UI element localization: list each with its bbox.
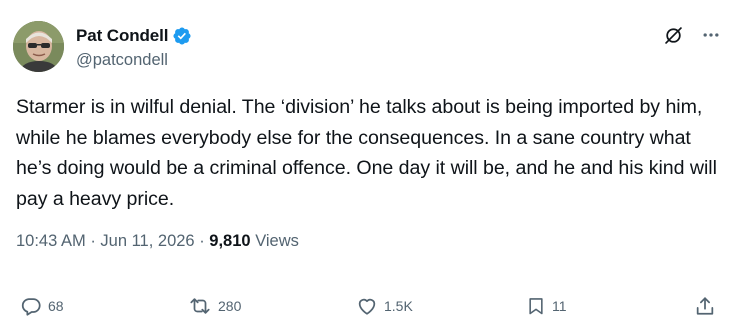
share-button[interactable] xyxy=(694,293,716,319)
views-label: Views xyxy=(255,232,299,250)
like-icon xyxy=(356,295,378,317)
grok-icon[interactable] xyxy=(662,24,684,46)
tweet-meta: 10:43 AM · Jun 11, 2026 · 9,810 Views xyxy=(16,232,299,251)
tweet-time[interactable]: 10:43 AM xyxy=(16,232,86,250)
author-block: Pat Condell @patcondell xyxy=(76,24,192,70)
tweet-actions: 68 280 1.5K 11 xyxy=(0,293,742,319)
meta-separator: · xyxy=(90,232,96,250)
header-actions xyxy=(662,24,722,46)
verified-badge-icon[interactable] xyxy=(172,26,192,46)
meta-separator: · xyxy=(199,232,205,250)
like-button[interactable]: 1.5K xyxy=(356,293,413,319)
reply-icon xyxy=(20,295,42,317)
retweet-button[interactable]: 280 xyxy=(188,293,241,319)
avatar[interactable] xyxy=(13,21,64,72)
like-count: 1.5K xyxy=(384,298,413,314)
more-icon[interactable] xyxy=(700,24,722,46)
reply-count: 68 xyxy=(48,298,64,314)
author-handle[interactable]: @patcondell xyxy=(76,51,192,70)
tweet-text: Starmer is in wilful denial. The ‘divisi… xyxy=(16,96,717,210)
author-display-name[interactable]: Pat Condell xyxy=(76,26,169,46)
bookmark-icon xyxy=(526,295,546,317)
avatar-image xyxy=(13,21,64,72)
bookmark-button[interactable]: 11 xyxy=(526,293,567,319)
retweet-icon xyxy=(188,295,212,317)
reply-button[interactable]: 68 xyxy=(20,293,64,319)
share-icon xyxy=(694,295,716,317)
views-count[interactable]: 9,810 xyxy=(209,232,250,250)
bookmark-count: 11 xyxy=(552,298,567,314)
tweet-date[interactable]: Jun 11, 2026 xyxy=(100,232,194,250)
retweet-count: 280 xyxy=(218,298,242,314)
